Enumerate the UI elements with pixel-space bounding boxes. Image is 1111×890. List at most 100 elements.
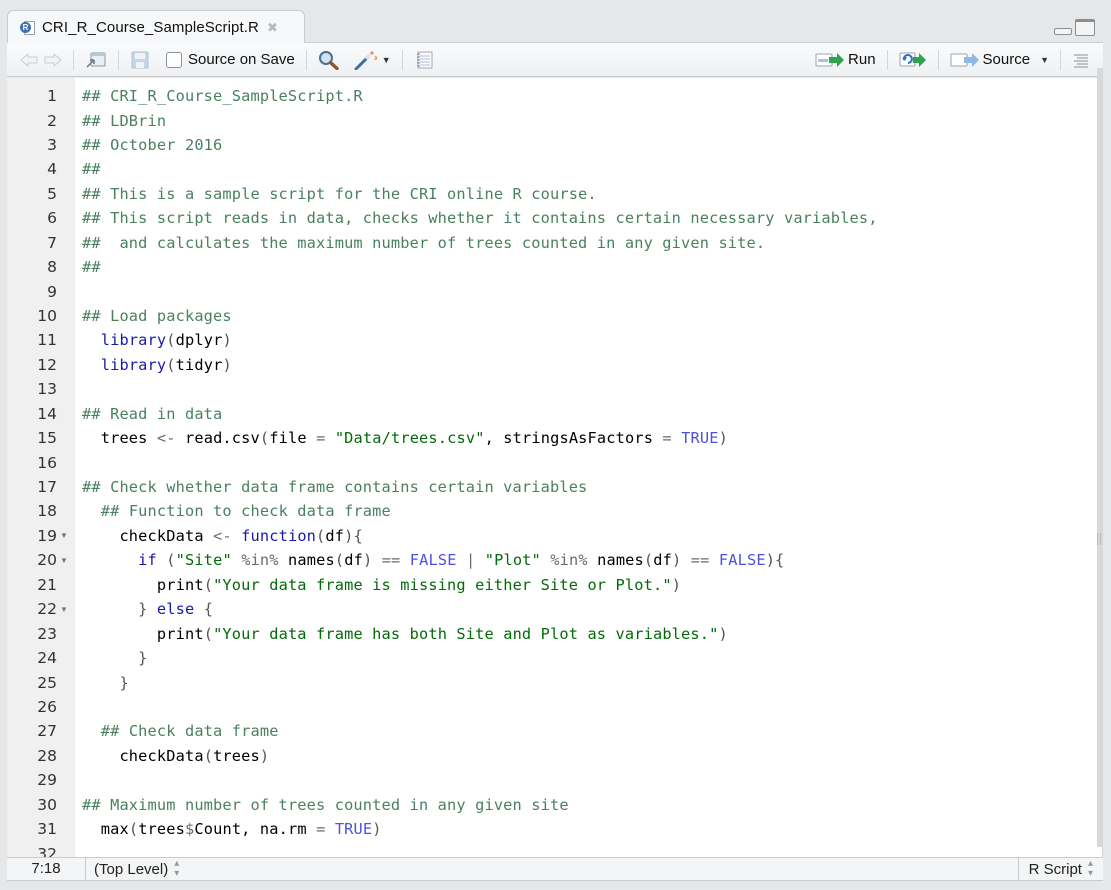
code-line[interactable]: 1 ## CRI_R_Course_SampleScript.R [7,84,1087,108]
code-line[interactable]: 17 ## Check whether data frame contains c… [7,475,1087,499]
code-editor[interactable]: 1 ## CRI_R_Course_SampleScript.R 2 ## LDBri… [7,78,1103,863]
code-line[interactable]: 16 [7,450,1087,474]
token-kw: if [138,551,157,570]
code-line[interactable]: 30 ## Maximum number of trees counted in … [7,792,1087,816]
status-bar: 7:18 (Top Level) ▴ ▾ R Script ▴ ▾ [7,857,1103,881]
fold-toggle-icon[interactable]: ▼ [57,605,71,614]
code-text: } [82,674,129,692]
code-line[interactable]: 3 ## October 2016 [7,133,1087,157]
r-script-icon: R [20,20,36,36]
token-paren: ) [222,355,232,374]
code-line[interactable]: 10 ## Load packages [7,304,1087,328]
back-button[interactable] [17,47,41,73]
outline-icon [1074,54,1088,67]
code-line[interactable]: 26 [7,695,1087,719]
code-line[interactable]: 4 ## [7,157,1087,181]
code-tools-button[interactable]: ▼ [351,47,394,73]
code-line[interactable]: 28 checkData(trees) [7,744,1087,768]
save-icon [131,51,149,68]
token-paren: ) [672,551,682,570]
source-on-save-toggle[interactable]: Source on Save [163,47,298,73]
find-replace-button[interactable] [315,47,343,73]
token-kw: library [100,355,167,374]
line-number: 5 [47,184,57,203]
code-text: ## [82,258,101,276]
code-line[interactable]: 20 ▼ if ("Site" %in% names(df) == FALSE |… [7,548,1087,572]
tab-script[interactable]: R CRI_R_Course_SampleScript.R ✖ [7,10,305,44]
file-type-selector[interactable]: R Script ▴ ▾ [1017,858,1103,880]
maximize-pane-button[interactable] [1075,19,1095,36]
code-line[interactable]: 8 ## [7,255,1087,279]
line-number: 7 [47,233,57,252]
code-line[interactable]: 7 ## and calculates the maximum number of… [7,231,1087,255]
code-line[interactable]: 29 [7,768,1087,792]
fold-toggle-icon[interactable]: ▼ [57,531,71,540]
line-number: 30 [37,795,57,814]
code-line[interactable]: 2 ## LDBrin [7,108,1087,132]
line-number: 26 [37,697,57,716]
code-line[interactable]: 19 ▼ checkData <- function(df){ [7,524,1087,548]
code-line[interactable]: 12 library(tidyr) [7,353,1087,377]
code-line[interactable]: 14 ## Read in data [7,402,1087,426]
token-plain: checkData [82,526,214,545]
source-button[interactable]: Source ▼ [947,47,1052,73]
token-plain: df [344,551,363,570]
code-line[interactable]: 23 print("Your data frame has both Site … [7,621,1087,645]
close-icon[interactable]: ✖ [267,21,278,34]
token-paren: ( [334,551,345,570]
compile-report-button[interactable] [411,47,437,73]
token-paren: ( [203,624,214,643]
editor-toolbar: Source on Save ▼ Run Source ▼ [7,43,1103,77]
code-text: ## Maximum number of trees counted in an… [82,796,569,814]
code-line[interactable]: 5 ## This is a sample script for the CRI … [7,182,1087,206]
code-line[interactable]: 9 [7,279,1087,303]
code-line[interactable]: 15 trees <- read.csv(file = "Data/trees.… [7,426,1087,450]
token-const: TRUE [681,429,719,448]
code-line[interactable]: 31 max(trees$Count, na.rm = TRUE) [7,817,1087,841]
code-line[interactable]: 6 ## This script reads in data, checks wh… [7,206,1087,230]
token-plain: dplyr [175,331,223,350]
token-paren: ( [166,331,176,350]
code-line[interactable]: 11 library(dplyr) [7,328,1087,352]
scope-selector[interactable]: (Top Level) ▴ ▾ [86,859,1018,879]
token-comment: ## Load packages [82,307,232,326]
token-str: "Site" [175,551,232,570]
show-in-new-window-button[interactable] [82,47,110,73]
code-line[interactable]: 25 } [7,670,1087,694]
fold-toggle-icon[interactable]: ▼ [57,556,71,565]
run-button[interactable]: Run [812,47,879,73]
token-plain: trees [82,429,157,448]
code-line[interactable]: 27 ## Check data frame [7,719,1087,743]
line-number: 10 [37,307,57,326]
source-on-save-checkbox[interactable] [166,51,182,68]
code-text: ## [82,160,101,178]
pane-splitter[interactable] [1097,68,1103,847]
code-line[interactable]: 13 [7,377,1087,401]
rerun-button[interactable] [896,47,930,73]
code-line[interactable]: 18 ## Function to check data frame [7,499,1087,523]
code-line[interactable]: 24 } [7,646,1087,670]
chevron-down-icon[interactable]: ▼ [1040,55,1049,65]
forward-button[interactable] [41,47,65,73]
token-comment: ## [82,160,101,179]
token-comment: ## This script reads in data, checks whe… [82,209,878,228]
minimize-pane-button[interactable] [1054,28,1072,35]
token-plain: Count, na.rm [194,820,317,839]
code-line[interactable]: 21 print("Your data frame is missing eit… [7,573,1087,597]
save-button[interactable] [127,47,153,73]
token-paren: ( [166,551,176,570]
code-line[interactable]: 22 ▼ } else { [7,597,1087,621]
document-outline-button[interactable] [1069,47,1093,73]
search-icon [318,50,339,70]
line-number: 11 [37,331,57,350]
token-const: FALSE [718,551,766,570]
